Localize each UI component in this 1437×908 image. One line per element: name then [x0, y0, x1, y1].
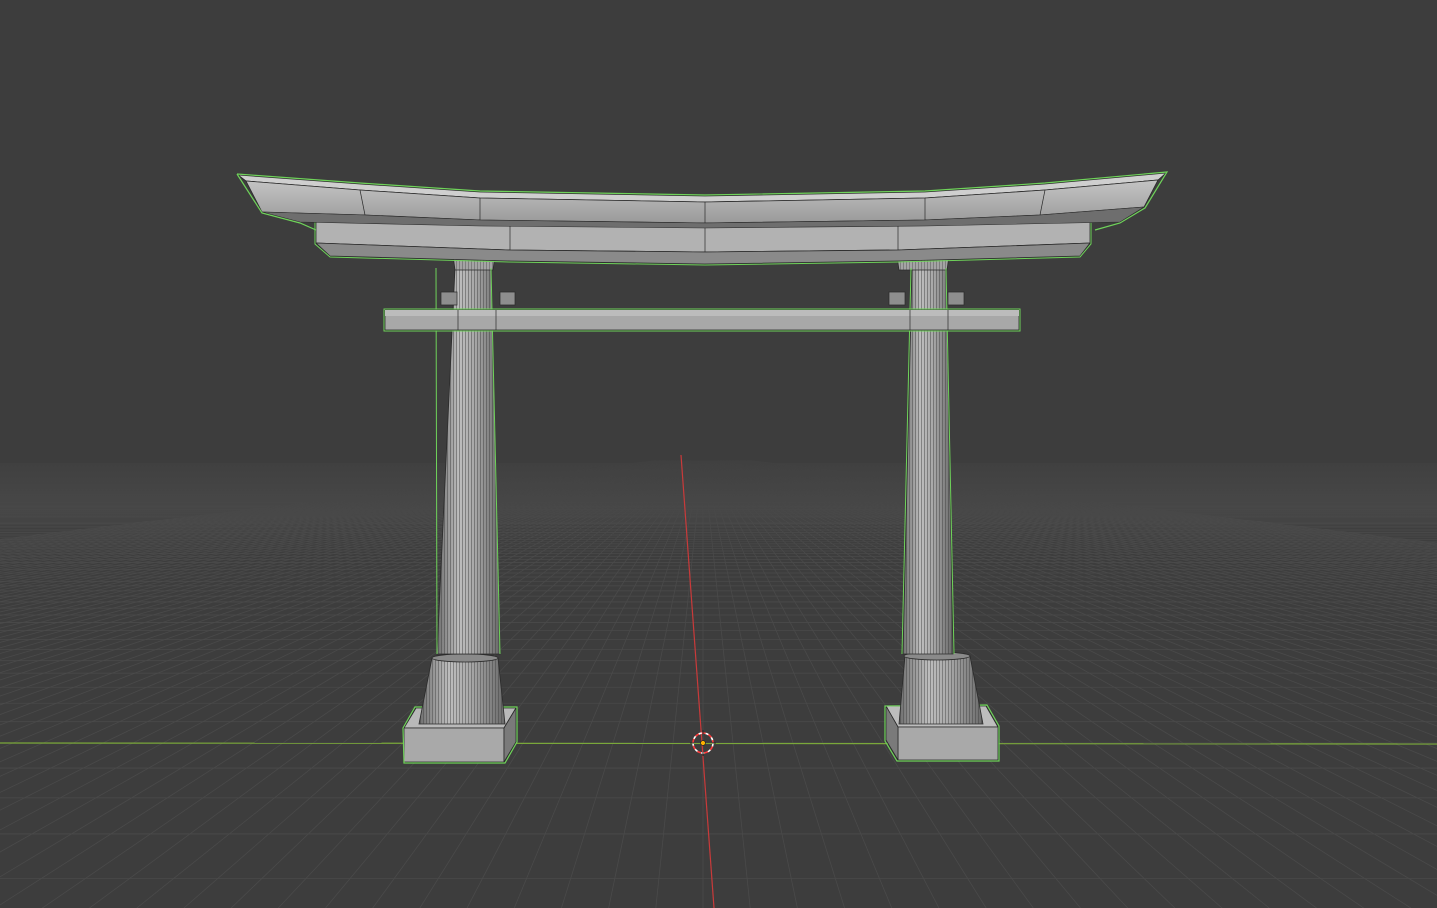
3d-viewport[interactable] — [0, 0, 1437, 908]
left-pillar-foot[interactable] — [418, 653, 506, 725]
right-pillar-foot[interactable] — [898, 651, 984, 725]
horizon-fade — [0, 440, 1437, 520]
object-origin-dot — [700, 740, 706, 746]
viewport-canvas[interactable] — [0, 0, 1437, 908]
